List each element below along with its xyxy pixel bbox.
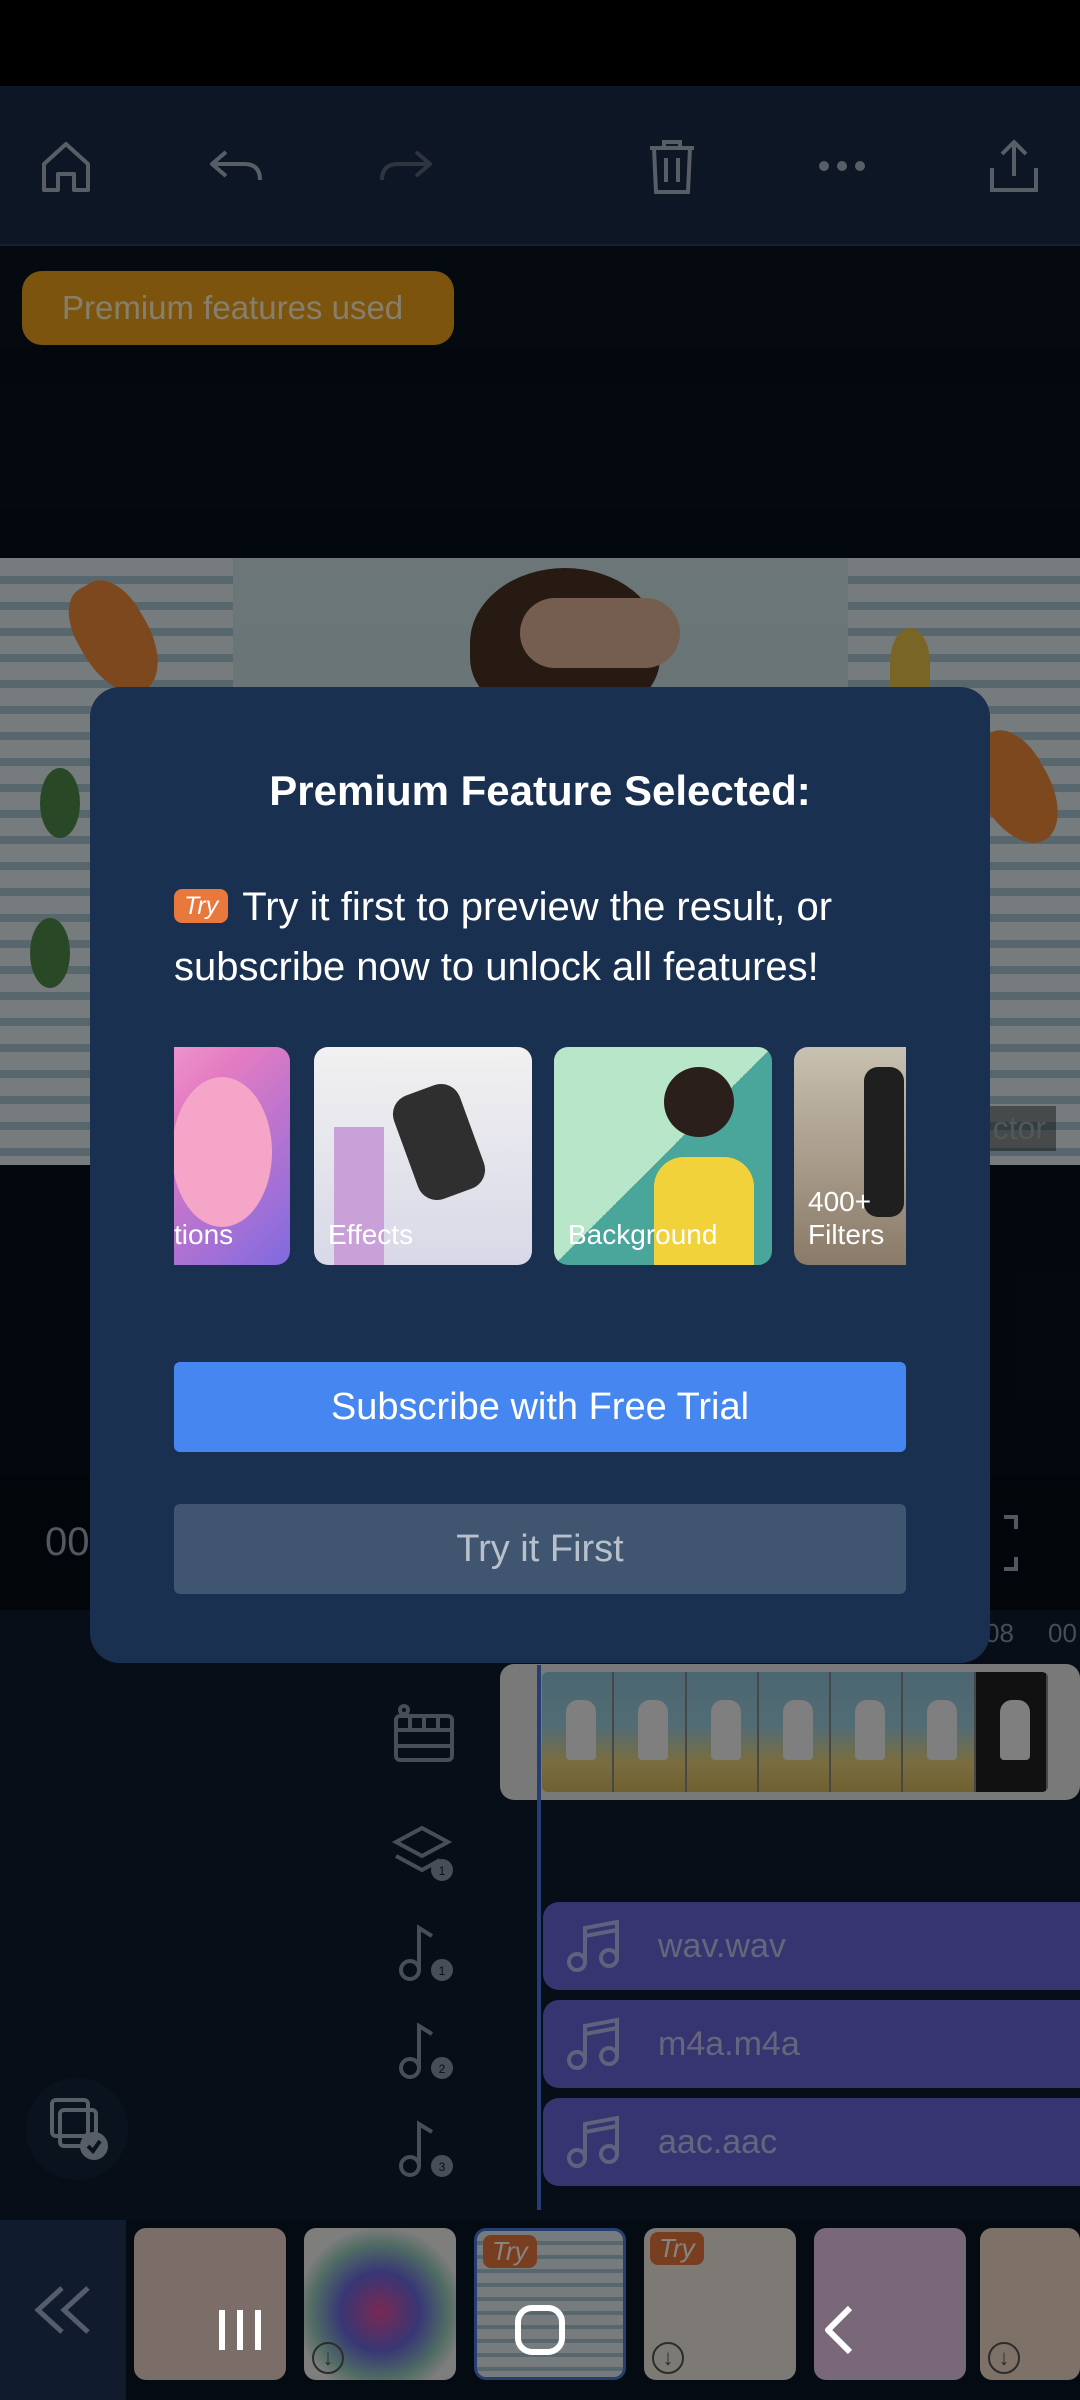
feature-card-filters[interactable]: 400+ Filters: [794, 1047, 906, 1265]
subscribe-free-trial-button[interactable]: Subscribe with Free Trial: [174, 1362, 906, 1452]
dialog-message: Try Try it first to preview the result, o…: [174, 877, 914, 997]
feature-card-background[interactable]: Background: [554, 1047, 772, 1265]
dialog-message-text: Try it first to preview the result, or s…: [174, 885, 833, 989]
feature-card-effects[interactable]: Effects: [314, 1047, 532, 1265]
system-navigation-bar: [0, 2280, 1080, 2380]
feature-card-label: 400+ Filters: [808, 1186, 885, 1250]
video-editor-screen: Premium features used ctor 00 08 00 1 1 …: [0, 0, 1080, 2400]
dialog-title: Premium Feature Selected:: [269, 767, 811, 814]
card-person: [174, 1077, 272, 1227]
feature-card-label: tions: [174, 1219, 234, 1250]
status-bar: [0, 0, 1080, 86]
card-person: [387, 1078, 491, 1206]
try-badge: Try: [174, 889, 229, 923]
home-nav-icon[interactable]: [490, 2280, 590, 2380]
back-nav-icon[interactable]: [790, 2280, 890, 2380]
feature-carousel[interactable]: tions Effects Background 400+ Filters: [174, 1047, 906, 1267]
card-person-head: [664, 1067, 734, 1137]
premium-feature-dialog: Premium Feature Selected: Try Try it firs…: [90, 687, 990, 1663]
feature-card-animations[interactable]: tions: [174, 1047, 290, 1265]
feature-card-label: Effects: [328, 1219, 414, 1250]
try-it-first-button[interactable]: Try it First: [174, 1504, 906, 1594]
recent-apps-icon[interactable]: [190, 2280, 290, 2380]
feature-card-label: Background: [568, 1219, 718, 1250]
